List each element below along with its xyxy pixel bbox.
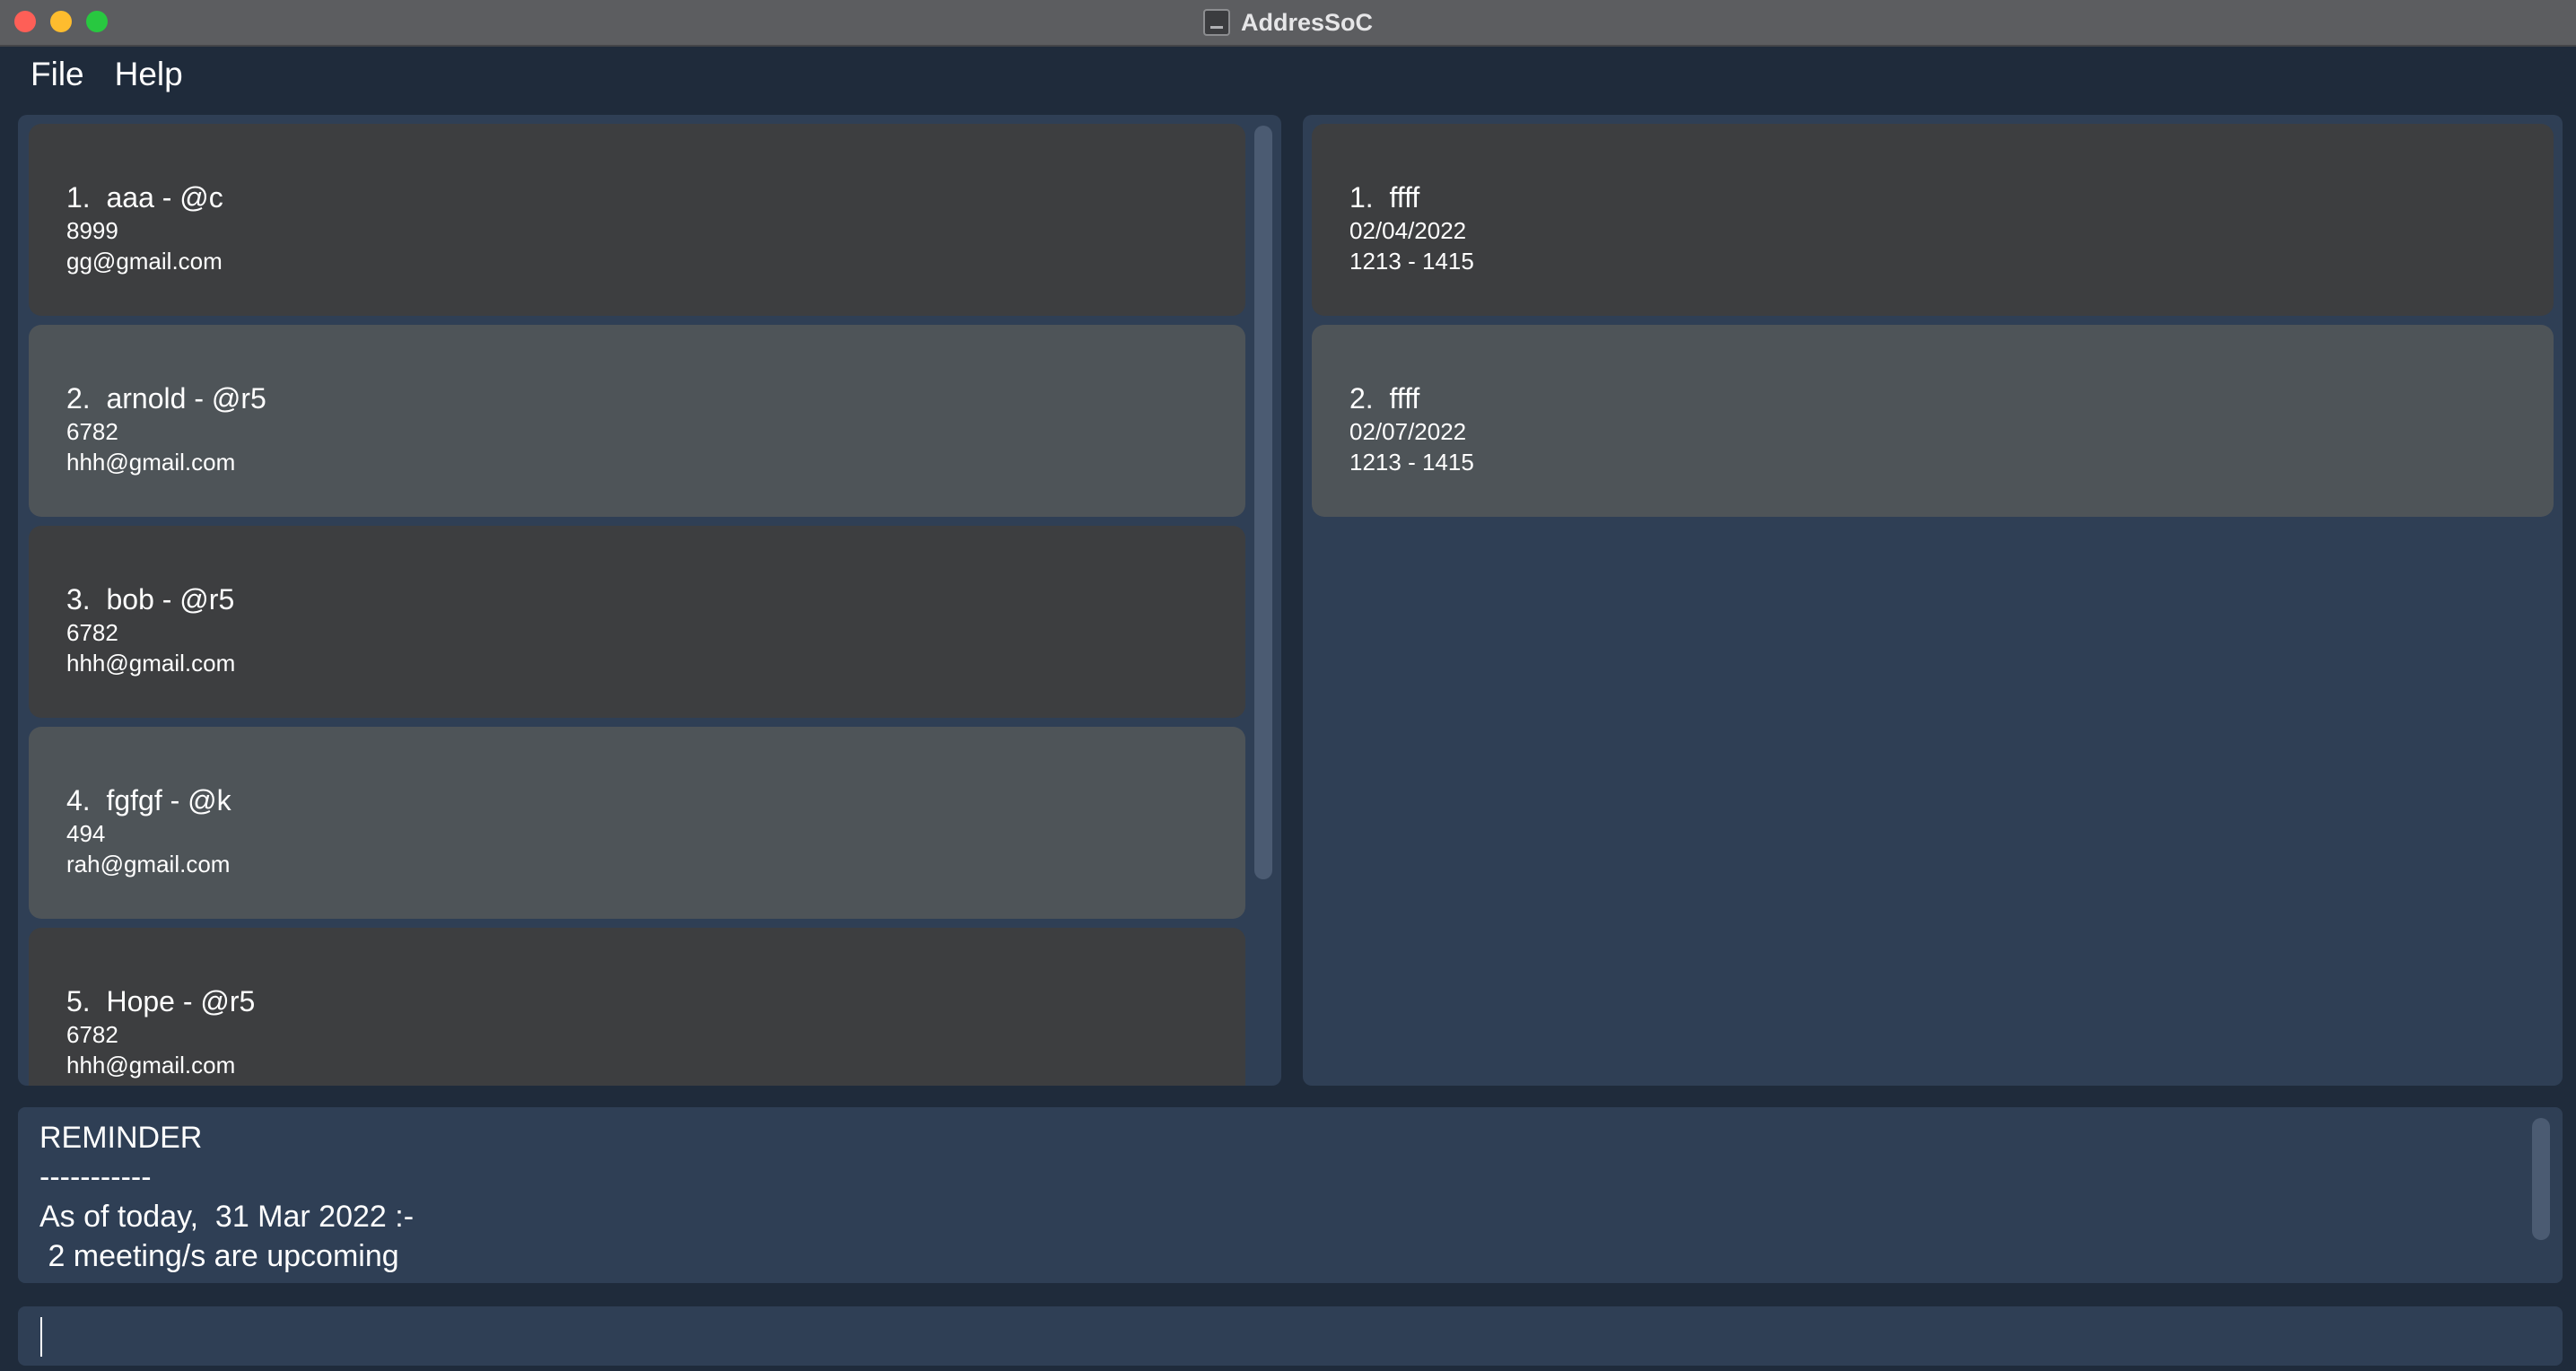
meeting-card[interactable]: 1. ffff 02/04/2022 1213 - 1415 <box>1312 124 2554 316</box>
reminder-scrollbar[interactable] <box>2532 1118 2550 1240</box>
reminder-count-line: 2 meeting/s are upcoming <box>39 1239 399 1273</box>
title-bar: AddresSoC <box>0 0 2576 47</box>
person-card[interactable]: 4. fgfgf - @k 494 rah@gmail.com <box>29 727 1245 919</box>
reminder-heading: REMINDER <box>39 1121 203 1155</box>
person-card[interactable]: 1. aaa - @c 8999 gg@gmail.com <box>29 124 1245 316</box>
person-name: 1. aaa - @c <box>66 181 223 214</box>
person-phone: 6782 <box>66 418 118 445</box>
reminder-display: REMINDER ----------- As of today, 31 Mar… <box>18 1107 2563 1283</box>
person-email: hhh@gmail.com <box>66 650 236 677</box>
app-window-icon <box>1202 9 1230 36</box>
menu-bar: File Help <box>0 47 2576 102</box>
person-card[interactable]: 2. arnold - @r5 6782 hhh@gmail.com <box>29 325 1245 517</box>
meeting-time: 1213 - 1415 <box>1349 248 1474 275</box>
command-box[interactable] <box>18 1306 2563 1366</box>
reminder-divider: ----------- <box>39 1160 152 1194</box>
person-phone: 494 <box>66 820 106 847</box>
window-title: AddresSoC <box>1240 8 1374 36</box>
menu-help[interactable]: Help <box>115 56 183 93</box>
person-list-scrollbar[interactable] <box>1254 126 1272 879</box>
person-name: 2. arnold - @r5 <box>66 382 266 415</box>
meeting-time: 1213 - 1415 <box>1349 449 1474 476</box>
person-name: 3. bob - @r5 <box>66 583 235 616</box>
window-title-group: AddresSoC <box>0 0 2576 45</box>
person-name: 5. Hope - @r5 <box>66 985 256 1017</box>
person-card[interactable]: 5. Hope - @r5 6782 hhh@gmail.com <box>29 928 1245 1086</box>
menu-file[interactable]: File <box>31 56 84 93</box>
meeting-date: 02/07/2022 <box>1349 418 1467 445</box>
person-email: hhh@gmail.com <box>66 449 236 476</box>
person-phone: 6782 <box>66 1021 118 1048</box>
meeting-title: 2. ffff <box>1349 382 1420 415</box>
person-card[interactable]: 3. bob - @r5 6782 hhh@gmail.com <box>29 526 1245 718</box>
reminder-date-line: As of today, 31 Mar 2022 :- <box>39 1200 415 1234</box>
person-phone: 6782 <box>66 619 118 646</box>
meeting-title: 1. ffff <box>1349 181 1420 214</box>
meeting-list-panel[interactable]: 1. ffff 02/04/2022 1213 - 1415 2. ffff 0… <box>1303 115 2563 1086</box>
person-email: rah@gmail.com <box>66 851 231 878</box>
text-caret <box>40 1317 42 1357</box>
person-list-panel[interactable]: 1. aaa - @c 8999 gg@gmail.com 2. arnold … <box>18 115 1281 1086</box>
meeting-date: 02/04/2022 <box>1349 217 1467 244</box>
person-email: hhh@gmail.com <box>66 1052 236 1078</box>
person-name: 4. fgfgf - @k <box>66 784 231 816</box>
command-input[interactable] <box>18 1306 2563 1366</box>
meeting-card[interactable]: 2. ffff 02/07/2022 1213 - 1415 <box>1312 325 2554 517</box>
person-phone: 8999 <box>66 217 118 244</box>
person-email: gg@gmail.com <box>66 248 223 275</box>
